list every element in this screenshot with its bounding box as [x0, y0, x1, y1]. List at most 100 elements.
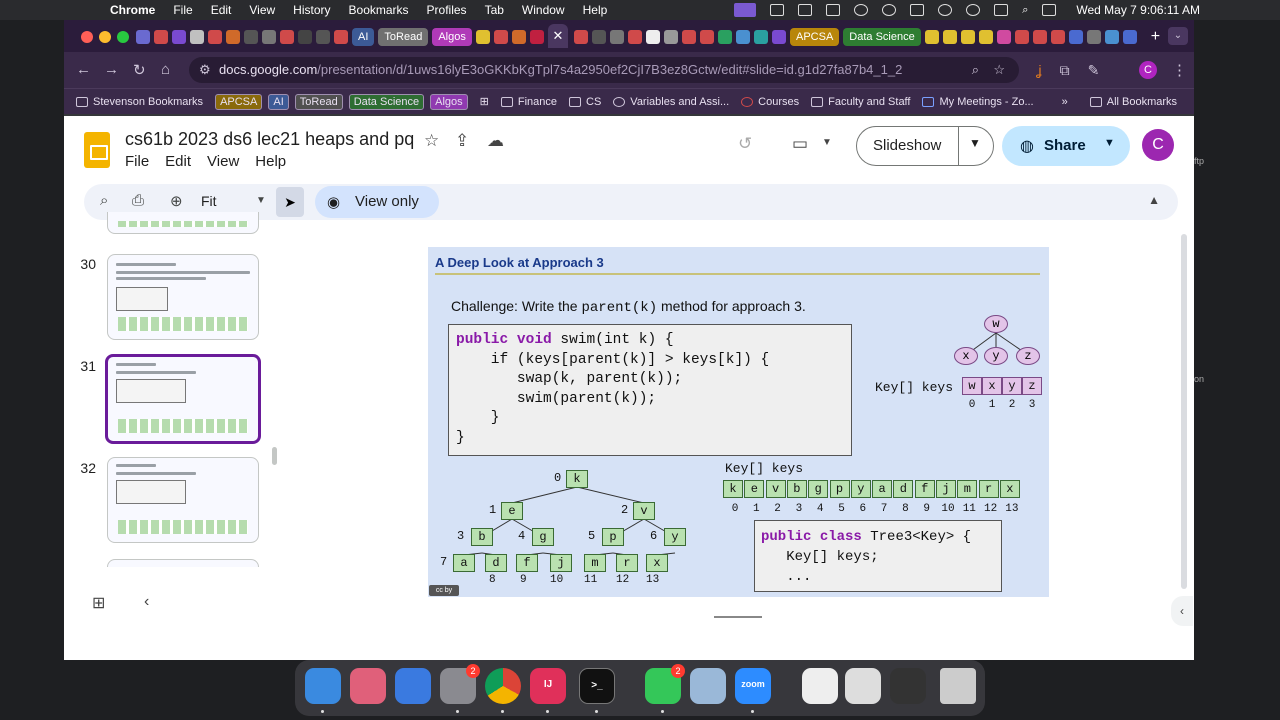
tab-icon[interactable]	[1014, 30, 1029, 44]
launchpad-icon[interactable]	[350, 668, 386, 704]
control-center-icon[interactable]	[994, 4, 1009, 16]
chevron-up-icon[interactable]: ▲	[1148, 193, 1160, 207]
screen-record-icon[interactable]	[734, 3, 757, 17]
home-icon[interactable]: ⌂	[161, 61, 170, 78]
tab-group-data-science[interactable]: Data Science	[843, 28, 921, 46]
menu-edit[interactable]: Edit	[211, 3, 232, 17]
tab-icon[interactable]	[529, 30, 544, 44]
tab-icon[interactable]	[208, 30, 222, 44]
menu-file[interactable]: File	[173, 3, 192, 17]
tray-icon[interactable]	[770, 4, 785, 16]
menu-app[interactable]: Chrome	[110, 3, 155, 17]
print-icon[interactable]: ⎙	[132, 192, 144, 209]
tab-icon[interactable]	[646, 30, 660, 44]
tab-icon[interactable]	[610, 30, 624, 44]
tab-icon[interactable]	[718, 30, 732, 44]
tab-icon[interactable]	[244, 30, 258, 44]
tab-search-icon[interactable]: ⌄	[1168, 27, 1188, 45]
bookmarks-overflow[interactable]: »	[1062, 96, 1068, 108]
chevron-down-icon[interactable]: ▼	[256, 195, 266, 206]
messages-icon[interactable]: 2	[645, 664, 685, 704]
docs-menu-view[interactable]: View	[207, 153, 239, 170]
tab-icon[interactable]	[262, 30, 276, 44]
tab-group-algos[interactable]: Algos	[432, 28, 472, 46]
side-panel-toggle-icon[interactable]: ‹	[1171, 596, 1193, 626]
tab-icon[interactable]	[1032, 30, 1047, 44]
zoom-icon[interactable]: ⊕	[170, 192, 183, 210]
tab-icon[interactable]	[682, 30, 696, 44]
wifi-icon[interactable]	[938, 4, 953, 16]
system-settings-icon[interactable]: 2	[440, 664, 480, 704]
tab-icon[interactable]	[664, 30, 678, 44]
bookmark-stevenson[interactable]: Stevenson Bookmarks	[76, 96, 203, 108]
new-tab-button[interactable]: +	[1151, 28, 1160, 46]
bookmark-all[interactable]: All Bookmarks	[1089, 96, 1177, 108]
tab-icon[interactable]	[226, 30, 240, 44]
zoom-icon[interactable]: ⌕	[972, 57, 979, 83]
menu-bookmarks[interactable]: Bookmarks	[349, 3, 409, 17]
slideshow-button[interactable]: Slideshow ▼	[856, 126, 994, 166]
search-icon[interactable]: ⌕	[1022, 4, 1028, 17]
bookmark-cs[interactable]: CS	[569, 96, 601, 108]
tab-icon[interactable]	[1104, 30, 1119, 44]
address-bar[interactable]: ⚙ docs.google.com/presentation/d/1uws16l…	[189, 57, 1019, 83]
move-to-drive-icon[interactable]: ⇪	[455, 131, 469, 151]
bluetooth-icon[interactable]	[882, 4, 897, 16]
profile-avatar[interactable]: C	[1139, 61, 1157, 79]
tab-icon[interactable]	[1068, 30, 1083, 44]
bookmark-variables[interactable]: Variables and Assi...	[613, 96, 729, 108]
select-tool-icon[interactable]: ➤	[276, 187, 304, 217]
tab-icon[interactable]	[978, 30, 993, 44]
apps-grid-icon[interactable]: ⊞	[480, 95, 489, 108]
search-menus-icon[interactable]: ⌕	[100, 192, 108, 209]
tab-icon[interactable]	[511, 30, 526, 44]
zoom-app-icon[interactable]: zoom	[735, 668, 771, 704]
menu-help[interactable]: Help	[583, 3, 608, 17]
user-icon[interactable]	[966, 4, 981, 16]
drive-icon[interactable]	[826, 4, 841, 16]
docs-menu-file[interactable]: File	[125, 153, 149, 170]
clock[interactable]: Wed May 7 9:06:11 AM	[1076, 3, 1200, 17]
docs-menu-edit[interactable]: Edit	[165, 153, 191, 170]
tab-group-apcsa[interactable]: APCSA	[790, 28, 840, 46]
cloud-saved-icon[interactable]: ☁	[487, 131, 504, 151]
tab-icon[interactable]	[628, 30, 642, 44]
filmstrip-scrollbar[interactable]	[272, 447, 277, 465]
slide-thumbnail-32[interactable]	[107, 457, 259, 543]
bookmark-faculty[interactable]: Faculty and Staff	[811, 96, 910, 108]
slide-thumbnail-29[interactable]	[107, 212, 259, 234]
meet-dropdown-icon[interactable]: ▼	[822, 137, 832, 148]
menu-window[interactable]: Window	[522, 3, 565, 17]
minimize-window-icon[interactable]	[99, 31, 111, 43]
bookmark-apcsa[interactable]: APCSA	[215, 93, 263, 110]
menu-history[interactable]: History	[293, 3, 330, 17]
zoom-select[interactable]: Fit	[201, 193, 217, 209]
chevron-down-icon[interactable]: ▼	[969, 136, 981, 150]
tab-icon[interactable]	[316, 30, 330, 44]
meet-camera-icon[interactable]: ▭	[792, 134, 808, 154]
menu-view[interactable]: View	[249, 3, 275, 17]
bookmark-courses[interactable]: Courses	[741, 96, 799, 108]
trash-icon[interactable]	[940, 668, 976, 704]
terminal-icon[interactable]: >_	[579, 668, 615, 704]
tab-icon[interactable]	[592, 30, 606, 44]
tab-icon[interactable]	[1086, 30, 1101, 44]
puzzle-icon[interactable]: ⧉	[1060, 62, 1070, 79]
pen-icon[interactable]: ✎	[1088, 62, 1100, 79]
grid-view-icon[interactable]: ⊞	[92, 593, 105, 613]
tab-icon[interactable]	[996, 30, 1011, 44]
menu-profiles[interactable]: Profiles	[427, 3, 467, 17]
chrome-menu-icon[interactable]: ⋮	[1172, 61, 1187, 79]
app-store-icon[interactable]	[395, 668, 431, 704]
version-history-icon[interactable]: ↺	[738, 134, 752, 154]
tab-group-ai[interactable]: AI	[352, 28, 375, 46]
tab-icon[interactable]	[475, 30, 490, 44]
slide-thumbnail-33[interactable]	[107, 559, 259, 567]
siri-icon[interactable]	[1042, 4, 1057, 16]
bookmark-zoom-meetings[interactable]: My Meetings - Zo...	[922, 96, 1034, 108]
tab-icon[interactable]	[1122, 30, 1137, 44]
five-icon[interactable]	[798, 4, 813, 16]
bookmark-star-icon[interactable]: ☆	[993, 57, 1005, 83]
slides-logo-icon[interactable]	[84, 132, 110, 168]
chrome-icon[interactable]	[485, 668, 521, 704]
